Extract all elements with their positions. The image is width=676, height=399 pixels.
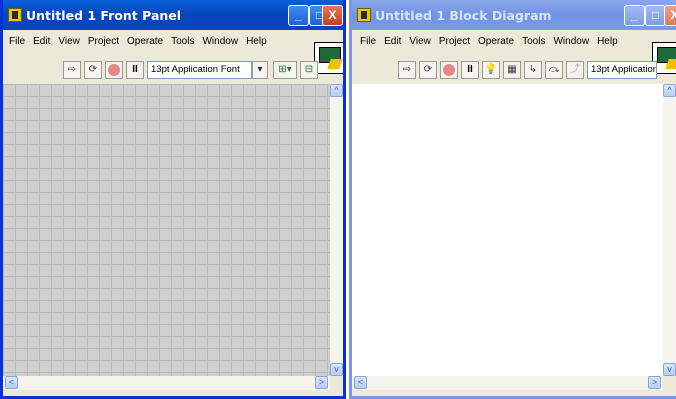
labview-app-icon[interactable]: [357, 8, 371, 22]
menu-window[interactable]: Window: [549, 36, 593, 52]
block-diagram-titlebar[interactable]: Untitled 1 Block Diagram _ □ X: [352, 0, 676, 30]
minimize-button[interactable]: _: [288, 5, 309, 26]
menu-project[interactable]: Project: [84, 36, 123, 52]
minimize-button[interactable]: _: [624, 5, 645, 26]
horizontal-scrollbar[interactable]: < >: [3, 376, 330, 390]
horizontal-scrollbar[interactable]: < >: [352, 376, 663, 390]
align-objects-icon[interactable]: ⊞▾: [273, 61, 297, 79]
menu-view[interactable]: View: [405, 36, 435, 52]
menu-edit[interactable]: Edit: [380, 36, 405, 52]
menu-operate[interactable]: Operate: [474, 36, 518, 52]
close-button[interactable]: X: [664, 5, 676, 26]
distribute-objects-icon[interactable]: ⊟: [300, 61, 318, 79]
front-panel-window[interactable]: Untitled 1 Front Panel _ □ X File Edit V…: [0, 0, 346, 399]
menu-help[interactable]: Help: [242, 36, 271, 52]
scroll-down-button[interactable]: v: [330, 363, 343, 376]
pause-button[interactable]: II: [126, 61, 144, 79]
scroll-right-button[interactable]: >: [648, 376, 661, 389]
run-continuously-icon[interactable]: ⟳: [84, 61, 102, 79]
menu-bar: File Edit View Project Operate Tools Win…: [5, 36, 271, 52]
menu-project[interactable]: Project: [435, 36, 474, 52]
scroll-left-button[interactable]: <: [354, 376, 367, 389]
toolbar: ⇨ ⟳ II 13pt Application Font ▾ ⊞▾ ⊟: [63, 59, 321, 81]
menu-operate[interactable]: Operate: [123, 36, 167, 52]
menu-tools[interactable]: Tools: [518, 36, 549, 52]
font-select[interactable]: 13pt Application Font: [147, 61, 252, 79]
font-dropdown-arrow-icon[interactable]: ▾: [252, 61, 268, 79]
close-button[interactable]: X: [322, 5, 343, 26]
step-over-icon[interactable]: ⤼: [545, 61, 563, 79]
menu-tools[interactable]: Tools: [167, 36, 198, 52]
menu-help[interactable]: Help: [593, 36, 622, 52]
menu-window[interactable]: Window: [198, 36, 242, 52]
scroll-up-button[interactable]: ^: [663, 84, 676, 97]
menu-bar: File Edit View Project Operate Tools Win…: [356, 36, 622, 52]
font-select[interactable]: 13pt Application: [587, 61, 657, 79]
block-diagram-canvas[interactable]: [352, 84, 665, 376]
window-title: Untitled 1 Block Diagram: [375, 7, 552, 23]
maximize-button[interactable]: □: [645, 5, 666, 26]
vertical-scrollbar[interactable]: ^ v: [330, 84, 343, 376]
scroll-right-button[interactable]: >: [315, 376, 328, 389]
scroll-down-button[interactable]: v: [663, 363, 676, 376]
menu-file[interactable]: File: [5, 36, 29, 52]
window-title: Untitled 1 Front Panel: [26, 7, 182, 23]
vertical-scrollbar[interactable]: ^ v: [663, 84, 676, 376]
run-arrow-icon[interactable]: ⇨: [63, 61, 81, 79]
abort-icon[interactable]: [440, 61, 458, 79]
menu-file[interactable]: File: [356, 36, 380, 52]
highlight-execution-icon[interactable]: 💡: [482, 61, 500, 79]
menu-view[interactable]: View: [54, 36, 84, 52]
front-panel-canvas[interactable]: [3, 84, 330, 376]
run-arrow-icon[interactable]: ⇨: [398, 61, 416, 79]
menu-edit[interactable]: Edit: [29, 36, 54, 52]
scroll-up-button[interactable]: ^: [330, 84, 343, 97]
scroll-left-button[interactable]: <: [5, 376, 18, 389]
labview-app-icon[interactable]: [8, 8, 22, 22]
block-diagram-window[interactable]: Untitled 1 Block Diagram _ □ X File Edit…: [349, 0, 676, 399]
toolbar: ⇨ ⟳ II 💡 ▦ ↳ ⤼ ⤴ 13pt Application: [398, 59, 660, 81]
front-panel-titlebar[interactable]: Untitled 1 Front Panel _ □ X: [3, 0, 343, 30]
step-into-icon[interactable]: ↳: [524, 61, 542, 79]
run-continuously-icon[interactable]: ⟳: [419, 61, 437, 79]
pause-button[interactable]: II: [461, 61, 479, 79]
step-out-icon[interactable]: ⤴: [566, 61, 584, 79]
retain-wire-values-icon[interactable]: ▦: [503, 61, 521, 79]
abort-icon[interactable]: [105, 61, 123, 79]
